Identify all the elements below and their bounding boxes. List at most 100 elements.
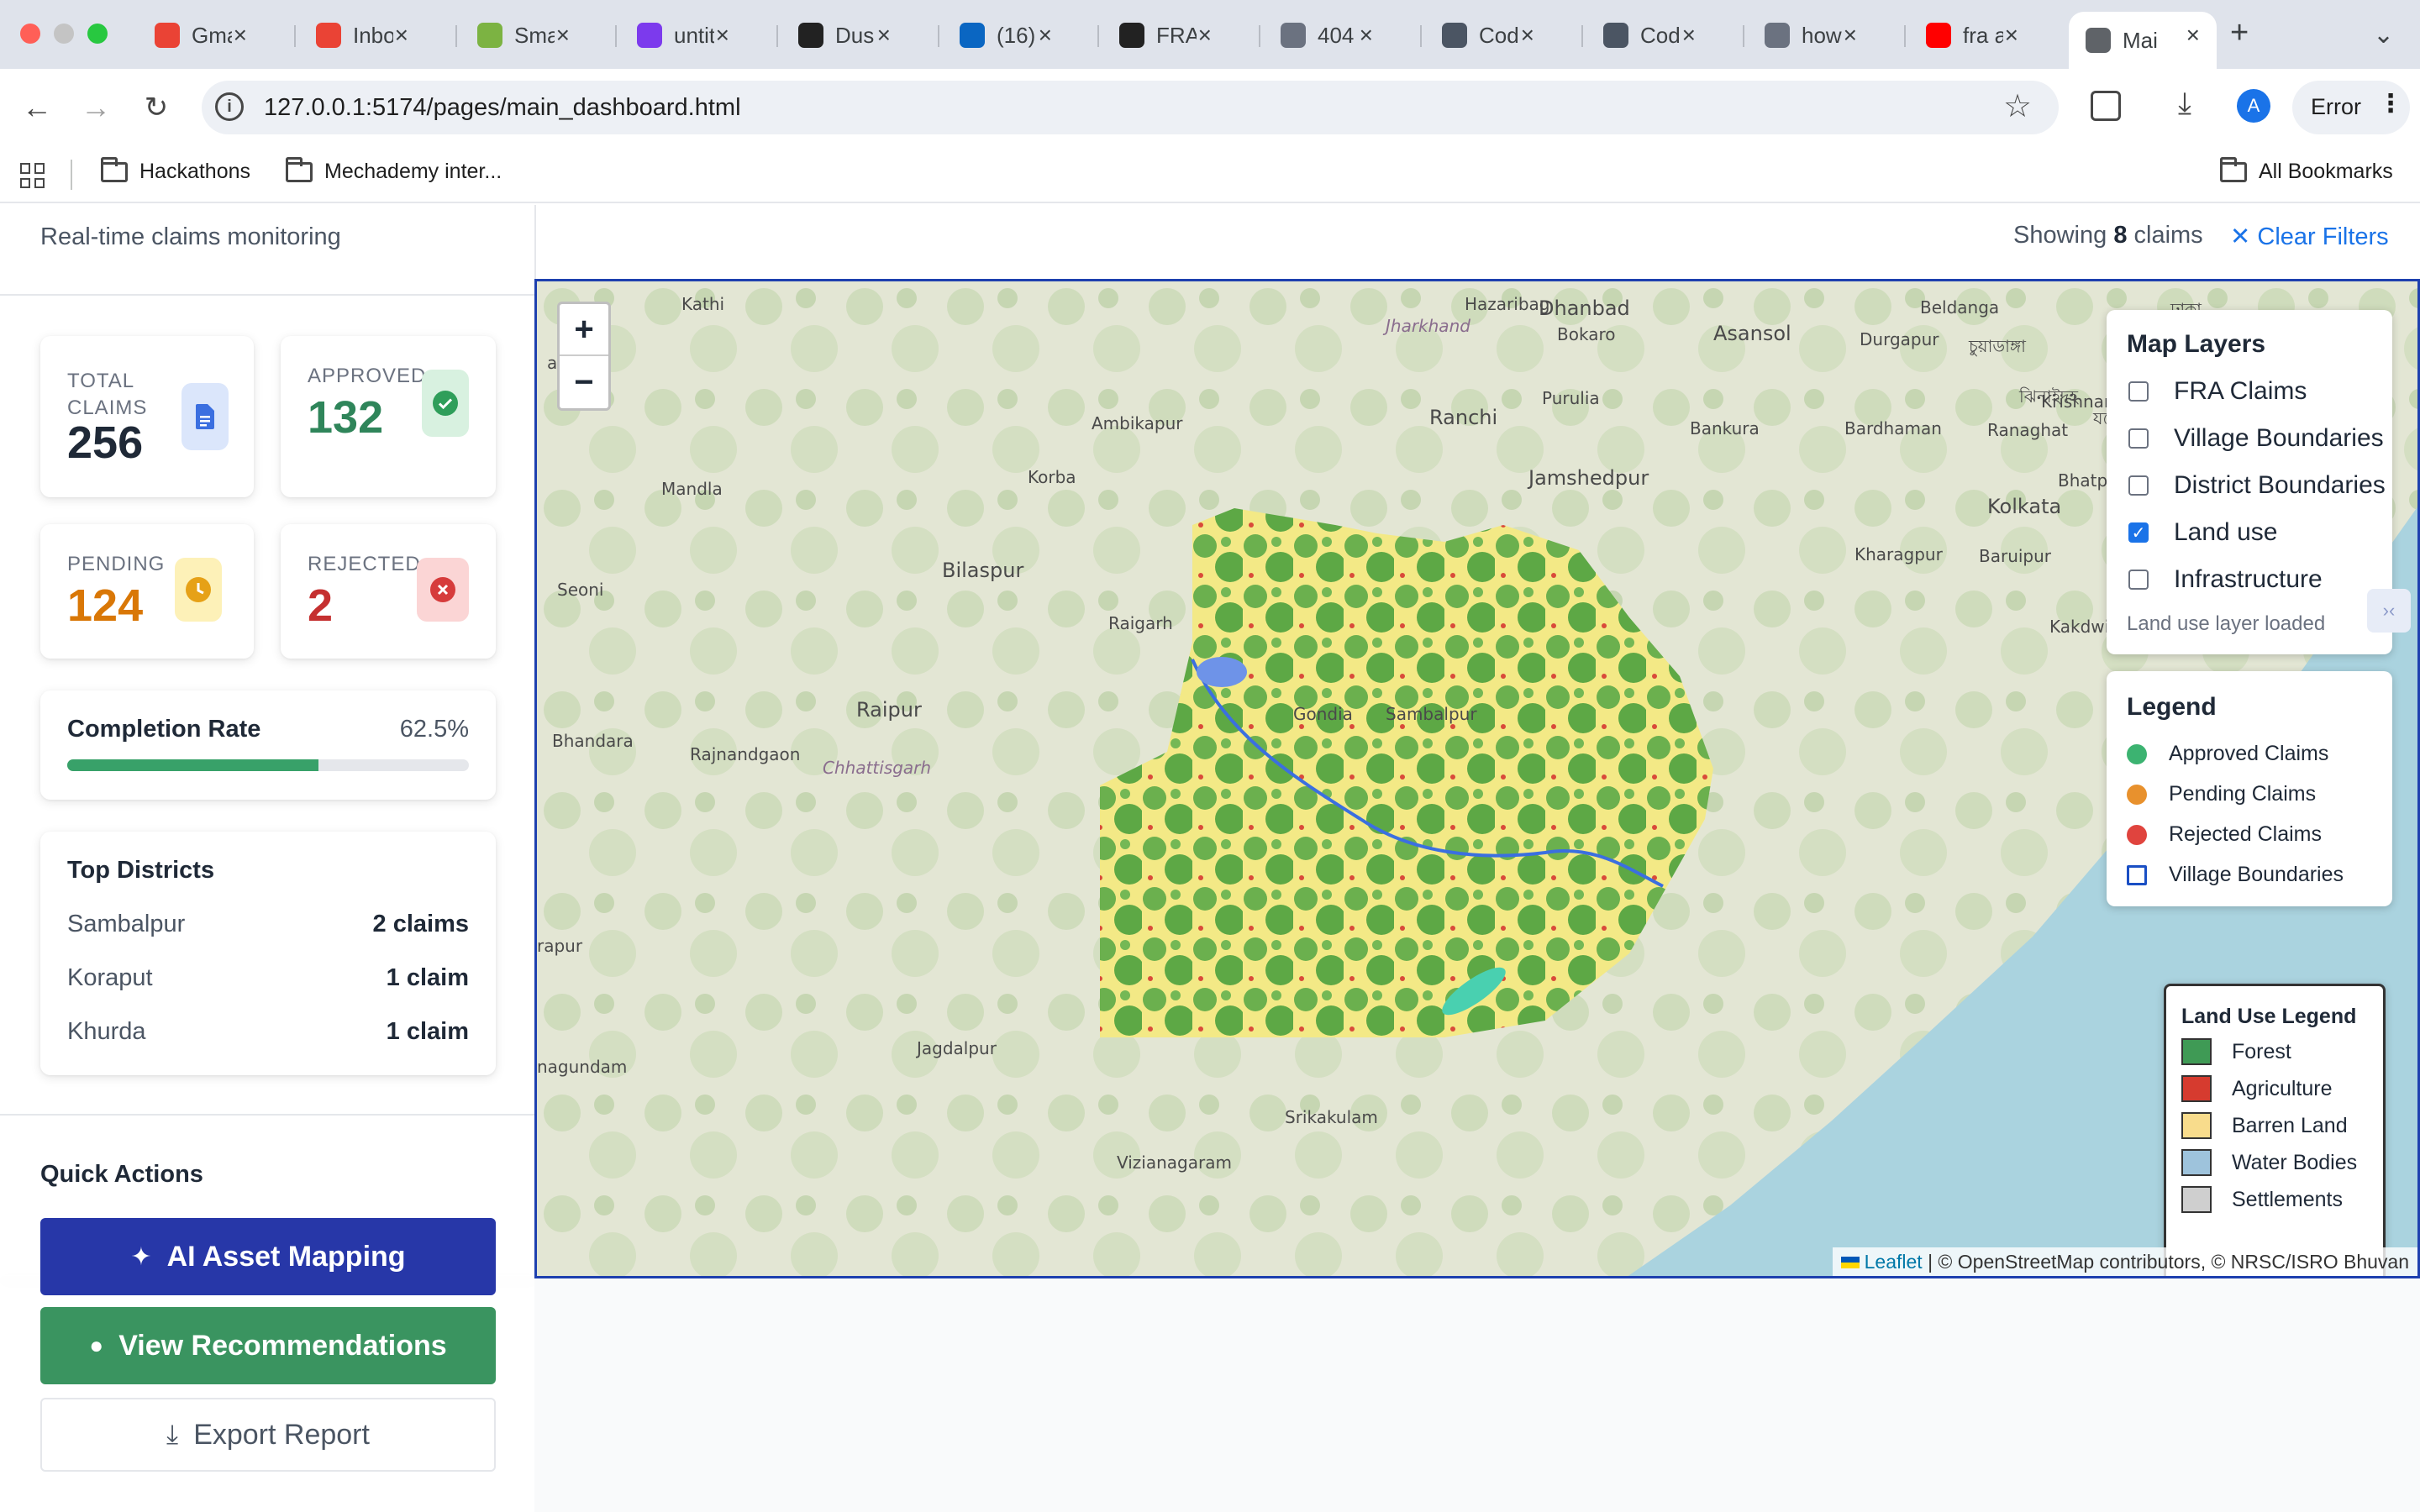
browser-tab[interactable]: Mai × xyxy=(2069,12,2217,69)
place-label: rapur xyxy=(537,936,583,956)
layer-checkbox[interactable] xyxy=(2128,381,2149,402)
ukraine-flag-icon xyxy=(1840,1257,1860,1268)
place-label: Raigarh xyxy=(1108,613,1173,633)
close-tab-icon[interactable]: × xyxy=(2186,22,2200,49)
browser-tab[interactable]: Sma × xyxy=(460,12,587,59)
layer-village-boundaries[interactable]: Village Boundaries xyxy=(2128,424,2384,453)
download-icon[interactable]: ⤓ xyxy=(2178,86,2191,122)
layer-label: FRA Claims xyxy=(2174,377,2307,405)
all-bookmarks[interactable]: All Bookmarks xyxy=(2220,156,2393,184)
layer-checkbox[interactable] xyxy=(2128,475,2149,496)
web-icon xyxy=(1281,23,1306,48)
layer-fra-claims[interactable]: FRA Claims xyxy=(2128,377,2307,406)
linkedin-icon xyxy=(960,23,985,48)
district-row: Koraput 1 claim xyxy=(67,964,469,992)
close-tab-icon[interactable]: × xyxy=(716,22,729,49)
reload-icon[interactable]: ↻ xyxy=(134,86,178,129)
web-icon xyxy=(1765,23,1790,48)
tab-separator xyxy=(1581,25,1583,47)
url-text[interactable]: 127.0.0.1:5174/pages/main_dashboard.html xyxy=(264,94,741,122)
layer-checkbox-checked[interactable]: ✓ xyxy=(2128,522,2149,543)
layer-infrastructure[interactable]: Infrastructure xyxy=(2128,565,2323,594)
showing-prefix: Showing xyxy=(2013,222,2107,249)
close-tab-icon[interactable]: × xyxy=(1521,22,1534,49)
place-label: Jamshedpur xyxy=(1527,466,1649,490)
browser-tab[interactable]: (16) × xyxy=(943,12,1069,59)
tab-separator xyxy=(1743,25,1744,47)
gmail-icon xyxy=(155,23,180,48)
map-layers-panel: Map Layers FRA Claims Village Boundaries… xyxy=(2107,310,2392,654)
close-tab-icon[interactable]: × xyxy=(234,22,247,49)
close-tab-icon[interactable]: × xyxy=(395,22,408,49)
quick-actions-title: Quick Actions xyxy=(40,1161,203,1188)
tab-title: fra a xyxy=(1963,22,2003,48)
close-tab-icon[interactable]: × xyxy=(1198,22,1212,49)
layer-label: Land use xyxy=(2174,518,2278,546)
place-label: Kharagpur xyxy=(1854,544,1944,564)
close-tab-icon[interactable]: × xyxy=(1682,22,1696,49)
leaflet-link[interactable]: Leaflet xyxy=(1865,1251,1923,1273)
folder-icon xyxy=(101,156,128,182)
bookmark-star-icon[interactable]: ☆ xyxy=(2003,87,2032,125)
layer-label: District Boundaries xyxy=(2174,471,2386,499)
download-icon: ⤓ xyxy=(166,1419,179,1449)
legend-item-approved: Approved Claims xyxy=(2127,742,2328,766)
profile-avatar[interactable]: A xyxy=(2237,89,2270,123)
view-recommendations-button[interactable]: ● View Recommendations xyxy=(40,1307,496,1384)
spark-icon xyxy=(477,23,502,48)
clear-filters-button[interactable]: ✕ Clear Filters xyxy=(2230,222,2389,251)
district-name: Koraput xyxy=(67,964,153,991)
reservoir xyxy=(1197,657,1247,687)
browser-tab[interactable]: 404 × xyxy=(1264,12,1390,59)
browser-tab[interactable]: fra a × xyxy=(1909,12,2035,59)
ai-asset-mapping-button[interactable]: ✦ AI Asset Mapping xyxy=(40,1218,496,1295)
place-label: Kolkata xyxy=(1987,495,2061,518)
completion-card: Completion Rate 62.5% xyxy=(40,690,496,800)
layer-land-use[interactable]: ✓ Land use xyxy=(2128,518,2277,547)
close-tab-icon[interactable]: × xyxy=(1039,22,1052,49)
bookmark-hackathons[interactable]: Hackathons xyxy=(101,156,250,184)
browser-tab[interactable]: FRA × xyxy=(1102,12,1228,59)
new-tab-button[interactable]: + xyxy=(2230,15,2249,51)
place-label: Chhattisgarh xyxy=(823,758,931,778)
site-info-icon[interactable]: i xyxy=(215,92,244,121)
close-window-button[interactable] xyxy=(20,24,40,44)
back-arrow-icon[interactable]: ← xyxy=(15,86,59,129)
browser-tab[interactable]: how × xyxy=(1748,12,1874,59)
layer-district-boundaries[interactable]: District Boundaries xyxy=(2128,471,2386,500)
bookmark-mechademy[interactable]: Mechademy inter... xyxy=(286,156,502,184)
district-name: Khurda xyxy=(67,1018,146,1045)
more-menu-icon[interactable]: ⋮ xyxy=(2378,89,2403,118)
maximize-window-button[interactable] xyxy=(87,24,108,44)
layer-checkbox[interactable] xyxy=(2128,428,2149,449)
apps-grid-icon[interactable] xyxy=(20,163,45,188)
bookmarks-divider xyxy=(71,160,72,190)
tab-search-chevron-icon[interactable]: ⌄ xyxy=(2373,20,2394,50)
close-tab-icon[interactable]: × xyxy=(1360,22,1373,49)
browser-tab[interactable]: Gma× xyxy=(138,12,264,59)
forward-arrow-icon[interactable]: → xyxy=(74,86,118,129)
browser-tab[interactable]: Inbo × xyxy=(299,12,425,59)
map-container[interactable]: KathiHazaribagDhanbadBeldangaঢাকাalpurJh… xyxy=(534,279,2420,1278)
zoom-in-button[interactable]: + xyxy=(560,304,608,356)
close-icon: ✕ xyxy=(2230,223,2251,250)
zoom-out-button[interactable]: − xyxy=(560,356,608,408)
extensions-icon[interactable] xyxy=(2091,91,2121,121)
browser-tab[interactable]: Cod × xyxy=(1586,12,1712,59)
close-tab-icon[interactable]: × xyxy=(1844,22,1857,49)
tab-separator xyxy=(1097,25,1099,47)
browser-tab[interactable]: untit × xyxy=(620,12,746,59)
collapse-panel-icon[interactable]: ›‹ xyxy=(2367,589,2411,633)
place-label: Mandla xyxy=(661,479,723,499)
layer-checkbox[interactable] xyxy=(2128,570,2149,590)
close-tab-icon[interactable]: × xyxy=(877,22,891,49)
stat-card-rejected: REJECTED 2 xyxy=(281,524,496,659)
close-tab-icon[interactable]: × xyxy=(2005,22,2018,49)
legend-item-pending: Pending Claims xyxy=(2127,782,2316,806)
minimize-window-button[interactable] xyxy=(54,24,74,44)
close-tab-icon[interactable]: × xyxy=(556,22,570,49)
export-report-button[interactable]: ⤓ Export Report xyxy=(40,1398,496,1472)
browser-tab[interactable]: Cod × xyxy=(1425,12,1551,59)
browser-tab[interactable]: Dus × xyxy=(781,12,908,59)
district-count: 1 claim xyxy=(386,1018,469,1045)
